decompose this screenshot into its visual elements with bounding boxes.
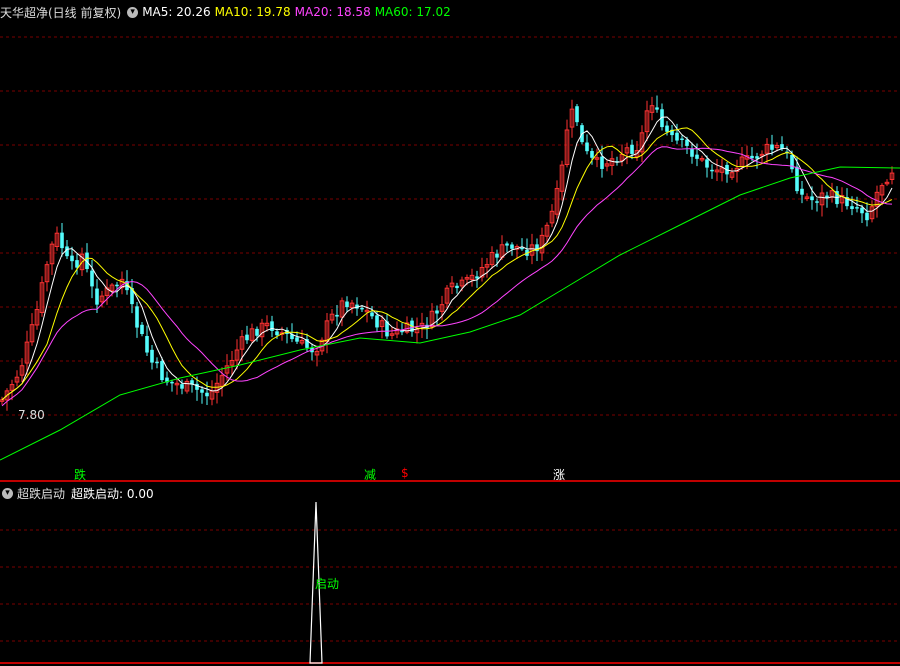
candle-body — [295, 337, 299, 342]
sub-panel-header: ▾ 超跌启动 超跌启动: 0.00 — [0, 485, 154, 501]
candle-body — [655, 107, 659, 110]
candle-body — [455, 285, 459, 289]
candle-body — [705, 159, 709, 168]
collapse-icon[interactable]: ▾ — [2, 487, 13, 499]
candle-body — [575, 106, 579, 123]
candle-body — [855, 207, 859, 209]
candle-body — [680, 138, 684, 141]
sub-value-label: 超跌启动: 0.00 — [71, 486, 154, 501]
signal-fall: 跌 — [74, 468, 87, 482]
candle-body — [200, 389, 204, 393]
candle-body — [145, 336, 149, 353]
candle-body — [795, 166, 799, 192]
stock-title: 天华超净(日线 前复权) — [0, 5, 122, 20]
signal-reduce: 减 — [364, 468, 377, 482]
candle-body — [510, 244, 514, 249]
candle-body — [255, 328, 259, 336]
sub-title: 超跌启动 — [17, 486, 66, 501]
candle-body — [90, 270, 94, 287]
ma60-line — [0, 166, 900, 461]
kline-chart[interactable] — [0, 0, 900, 666]
candle-body — [70, 255, 74, 262]
candle-body — [150, 349, 154, 363]
ma20-label: MA20: 18.58 — [294, 5, 371, 19]
candle-body — [170, 381, 174, 384]
candle-body — [600, 156, 604, 169]
candle-body — [590, 151, 594, 158]
ma10-label: MA10: 19.78 — [214, 5, 291, 19]
candle-body — [135, 306, 139, 328]
candle-body — [520, 247, 524, 250]
ma20-line — [1, 146, 893, 407]
candle-body — [335, 314, 339, 317]
candle-body — [770, 144, 774, 150]
candle-body — [475, 276, 479, 279]
candle-body — [205, 392, 209, 397]
candle-body — [810, 196, 814, 201]
low-price-label: 7.80 — [18, 408, 45, 422]
candle-body — [695, 154, 699, 159]
candle-body — [755, 156, 759, 159]
candle-body — [495, 253, 499, 258]
candle-body — [860, 207, 864, 214]
candle-body — [665, 125, 669, 132]
signal-rise: 涨 — [553, 468, 566, 482]
candle-body — [95, 288, 99, 305]
candle-body — [160, 361, 164, 381]
candle-body — [435, 310, 439, 314]
candle-body — [850, 206, 854, 209]
candle-body — [585, 142, 589, 152]
candle-body — [710, 169, 714, 172]
signal-dollar: $ — [401, 466, 409, 480]
candle-body — [675, 132, 679, 141]
candle-body — [800, 188, 804, 195]
main-panel-header: 天华超净(日线 前复权) ▾ MA5: 20.26 MA10: 19.78 MA… — [0, 3, 455, 21]
candle-body — [270, 321, 274, 331]
candle-body — [275, 331, 279, 336]
candle-body — [505, 243, 509, 246]
candle-body — [370, 312, 374, 317]
candle-body — [360, 307, 364, 310]
candle-body — [815, 201, 819, 203]
collapse-icon[interactable]: ▾ — [127, 6, 139, 18]
candle-body — [140, 324, 144, 335]
candle-body — [345, 301, 349, 308]
candle-body — [375, 315, 379, 328]
candle-body — [75, 260, 79, 268]
candle-body — [865, 212, 869, 221]
ma60-label: MA60: 17.02 — [374, 5, 451, 19]
candle-body — [245, 334, 249, 341]
ma5-label: MA5: 20.26 — [142, 5, 211, 19]
candle-body — [155, 361, 159, 364]
candle-body — [750, 155, 754, 159]
candle-body — [60, 232, 64, 249]
candle-body — [690, 148, 694, 157]
candle-body — [115, 284, 119, 287]
candle-body — [180, 384, 184, 389]
ma10-line — [1, 127, 893, 401]
ma5-line — [1, 116, 893, 401]
spike-label: 启动 — [315, 577, 340, 591]
candle-body — [630, 144, 634, 154]
